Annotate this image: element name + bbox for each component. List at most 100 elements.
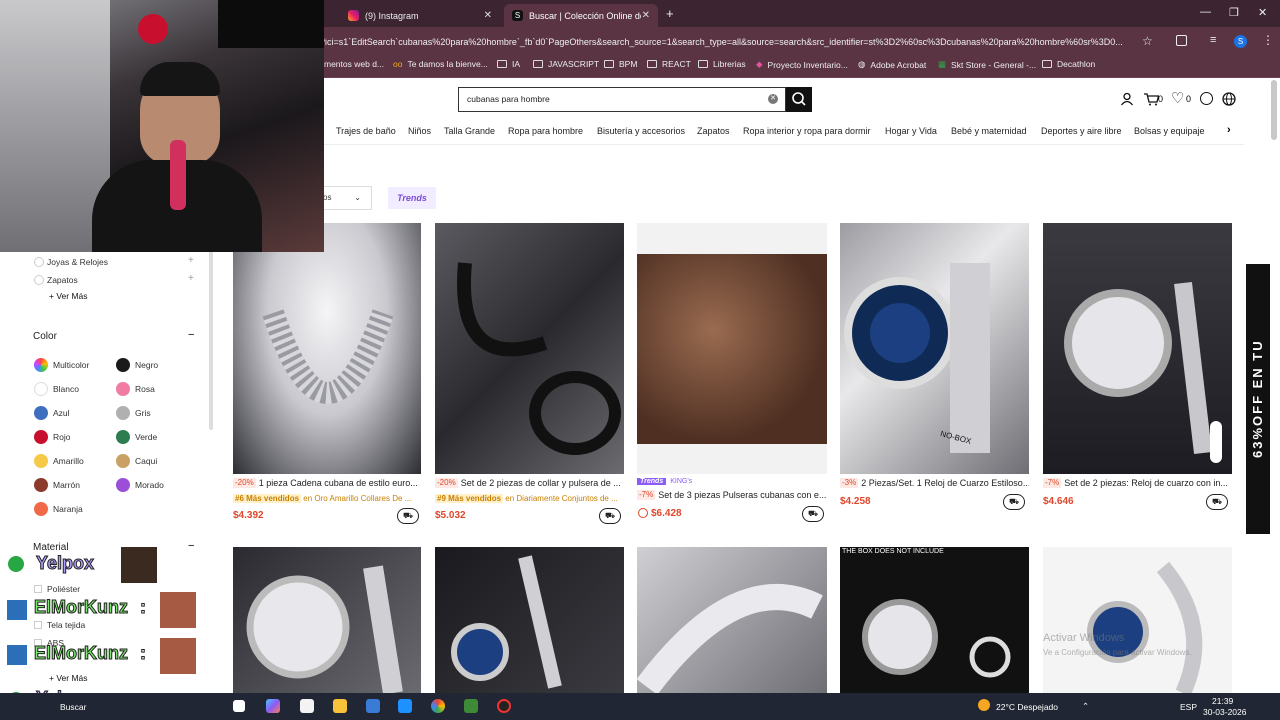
product-title-row[interactable]: -20% 1 pieza Cadena cubana de estilo euro… bbox=[233, 478, 421, 488]
product-title[interactable]: Set de 2 piezas: Reloj de cuarzo con in.… bbox=[1064, 478, 1228, 488]
radio[interactable] bbox=[34, 275, 44, 285]
radio[interactable] bbox=[34, 257, 44, 267]
minecraft-icon[interactable] bbox=[464, 699, 478, 713]
checkbox[interactable] bbox=[34, 621, 42, 629]
clock-date[interactable]: 30-03-2026 bbox=[1203, 707, 1246, 717]
obs-icon[interactable] bbox=[497, 699, 511, 713]
promo-text[interactable]: 63%OFF EN TU bbox=[1246, 264, 1270, 534]
bookmark-item[interactable]: mentos web d... bbox=[324, 59, 384, 69]
extensions-icon[interactable] bbox=[1176, 35, 1187, 46]
clock-time[interactable]: 21:39 bbox=[1212, 696, 1233, 706]
language-indicator[interactable]: ESP bbox=[1180, 702, 1197, 712]
color-label[interactable]: Naranja bbox=[53, 504, 83, 514]
profile-avatar[interactable]: S bbox=[1234, 35, 1247, 48]
nav-category[interactable]: Ropa para hombre bbox=[508, 126, 583, 136]
product-title[interactable]: 2 Piezas/Set. 1 Reloj de Cuarzo Estiloso… bbox=[861, 478, 1029, 488]
bookmark-item[interactable]: ◍ Adobe Acrobat bbox=[858, 59, 926, 70]
rank-row[interactable]: #6 Más vendidos en Oro Amarillo Collares… bbox=[233, 494, 421, 503]
swatch-verde[interactable] bbox=[116, 430, 130, 444]
color-label[interactable]: Multicolor bbox=[53, 360, 89, 370]
bookmark-folder[interactable]: IA bbox=[497, 59, 520, 69]
chevron-right-icon[interactable]: › bbox=[1227, 124, 1231, 136]
image-pager[interactable] bbox=[1210, 421, 1222, 463]
swatch-caqui[interactable] bbox=[116, 454, 130, 468]
filter-item[interactable]: Zapatos bbox=[47, 275, 78, 285]
product-image[interactable] bbox=[637, 223, 827, 474]
swatch-amarillo[interactable] bbox=[34, 454, 48, 468]
url-field[interactable]: ?ici=s1`EditSearch`cubanas%20para%20homb… bbox=[320, 31, 1140, 53]
expand-icon[interactable]: + bbox=[188, 273, 194, 284]
swatch-marron[interactable] bbox=[34, 478, 48, 492]
swatch-naranja[interactable] bbox=[34, 502, 48, 516]
close-icon[interactable]: ✕ bbox=[642, 10, 650, 21]
product-image[interactable] bbox=[435, 547, 624, 693]
restore-icon[interactable]: ❐ bbox=[1229, 6, 1239, 19]
mail-icon[interactable] bbox=[398, 699, 412, 713]
support-icon[interactable] bbox=[1200, 92, 1213, 105]
add-to-cart-button[interactable]: ⛟ bbox=[1003, 494, 1025, 510]
add-to-cart-button[interactable]: ⛟ bbox=[599, 508, 621, 524]
nav-category[interactable]: Trajes de baño bbox=[336, 126, 396, 136]
product-title[interactable]: Set de 2 piezas de collar y pulsera de .… bbox=[461, 478, 621, 488]
nav-category[interactable]: Niños bbox=[408, 126, 431, 136]
product-image[interactable]: THE BOX DOES NOT INCLUDE bbox=[840, 547, 1029, 693]
nav-category[interactable]: Talla Grande bbox=[444, 126, 495, 136]
media-icon[interactable]: ≡ bbox=[1210, 34, 1216, 46]
trends-filter[interactable]: Trends bbox=[388, 187, 436, 209]
rank-row[interactable]: #9 Más vendidos en Diariamente Conjuntos… bbox=[435, 494, 624, 503]
new-tab-button[interactable]: + bbox=[666, 6, 674, 21]
store-name[interactable]: KING's bbox=[670, 478, 692, 485]
color-label[interactable]: Azul bbox=[53, 408, 70, 418]
product-image[interactable] bbox=[435, 223, 624, 474]
bookmark-item[interactable]: oo Te damos la bienve... bbox=[393, 59, 488, 69]
color-label[interactable]: Amarillo bbox=[53, 456, 84, 466]
search-button[interactable] bbox=[786, 87, 812, 112]
cart-icon[interactable] bbox=[1143, 92, 1159, 106]
heart-icon[interactable]: ♡ bbox=[1171, 89, 1184, 107]
color-label[interactable]: Verde bbox=[135, 432, 157, 442]
close-icon[interactable]: ✕ bbox=[484, 10, 492, 21]
color-label[interactable]: Morado bbox=[135, 480, 164, 490]
product-image[interactable]: NO-BOX bbox=[840, 223, 1029, 474]
tab-shein[interactable]: S Buscar | Colección Online de N ✕ bbox=[504, 4, 658, 27]
swatch-multicolor[interactable] bbox=[34, 358, 48, 372]
ver-mas-link[interactable]: + Ver Más bbox=[49, 673, 88, 683]
nav-category[interactable]: Bolsas y equipaje bbox=[1134, 126, 1208, 136]
weather-text[interactable]: 22°C Despejado bbox=[996, 702, 1058, 712]
tab-instagram[interactable]: (9) Instagram ✕ bbox=[340, 4, 500, 27]
product-title-row[interactable]: -20% Set de 2 piezas de collar y pulsera … bbox=[435, 478, 624, 488]
menu-icon[interactable]: ⋮ bbox=[1262, 33, 1274, 47]
globe-icon[interactable] bbox=[1222, 92, 1236, 106]
expand-icon[interactable]: + bbox=[188, 255, 194, 266]
scrollbar[interactable] bbox=[209, 250, 213, 430]
bookmark-folder[interactable]: JAVASCRIPT bbox=[533, 59, 599, 69]
nav-category[interactable]: Hogar y Vida bbox=[885, 126, 937, 136]
color-label[interactable]: Rosa bbox=[135, 384, 155, 394]
ver-mas-link[interactable]: + Ver Más bbox=[49, 291, 88, 301]
collapse-icon[interactable]: − bbox=[188, 329, 194, 341]
swatch-negro[interactable] bbox=[116, 358, 130, 372]
close-window-icon[interactable]: ✕ bbox=[1258, 6, 1267, 19]
swatch-rosa[interactable] bbox=[116, 382, 130, 396]
clear-search-icon[interactable]: ✕ bbox=[768, 94, 778, 104]
star-icon[interactable]: ☆ bbox=[1142, 34, 1153, 48]
taskbar-search[interactable]: Buscar bbox=[60, 702, 86, 712]
color-label[interactable]: Blanco bbox=[53, 384, 79, 394]
minimize-icon[interactable]: — bbox=[1200, 6, 1211, 18]
add-to-cart-button[interactable]: ⛟ bbox=[397, 508, 419, 524]
nav-category[interactable]: Zapatos bbox=[697, 126, 730, 136]
swatch-morado[interactable] bbox=[116, 478, 130, 492]
explorer-icon[interactable] bbox=[333, 699, 347, 713]
product-title-row[interactable]: -7% Set de 3 piezas Pulseras cubanas con … bbox=[637, 490, 827, 500]
swatch-blanco[interactable] bbox=[34, 382, 48, 396]
product-image[interactable] bbox=[1043, 223, 1232, 474]
nav-category[interactable]: Bisutería y accesorios bbox=[597, 126, 685, 136]
bookmark-item[interactable]: ▦ Skt Store - General -... bbox=[938, 59, 1036, 70]
copilot-icon[interactable] bbox=[266, 699, 280, 713]
color-label[interactable]: Marrón bbox=[53, 480, 80, 490]
product-title[interactable]: 1 pieza Cadena cubana de estilo euro... bbox=[259, 478, 418, 488]
add-to-cart-button[interactable]: ⛟ bbox=[1206, 494, 1228, 510]
color-label[interactable]: Rojo bbox=[53, 432, 70, 442]
color-label[interactable]: Gris bbox=[135, 408, 151, 418]
bookmark-folder[interactable]: Librerias bbox=[698, 59, 746, 69]
